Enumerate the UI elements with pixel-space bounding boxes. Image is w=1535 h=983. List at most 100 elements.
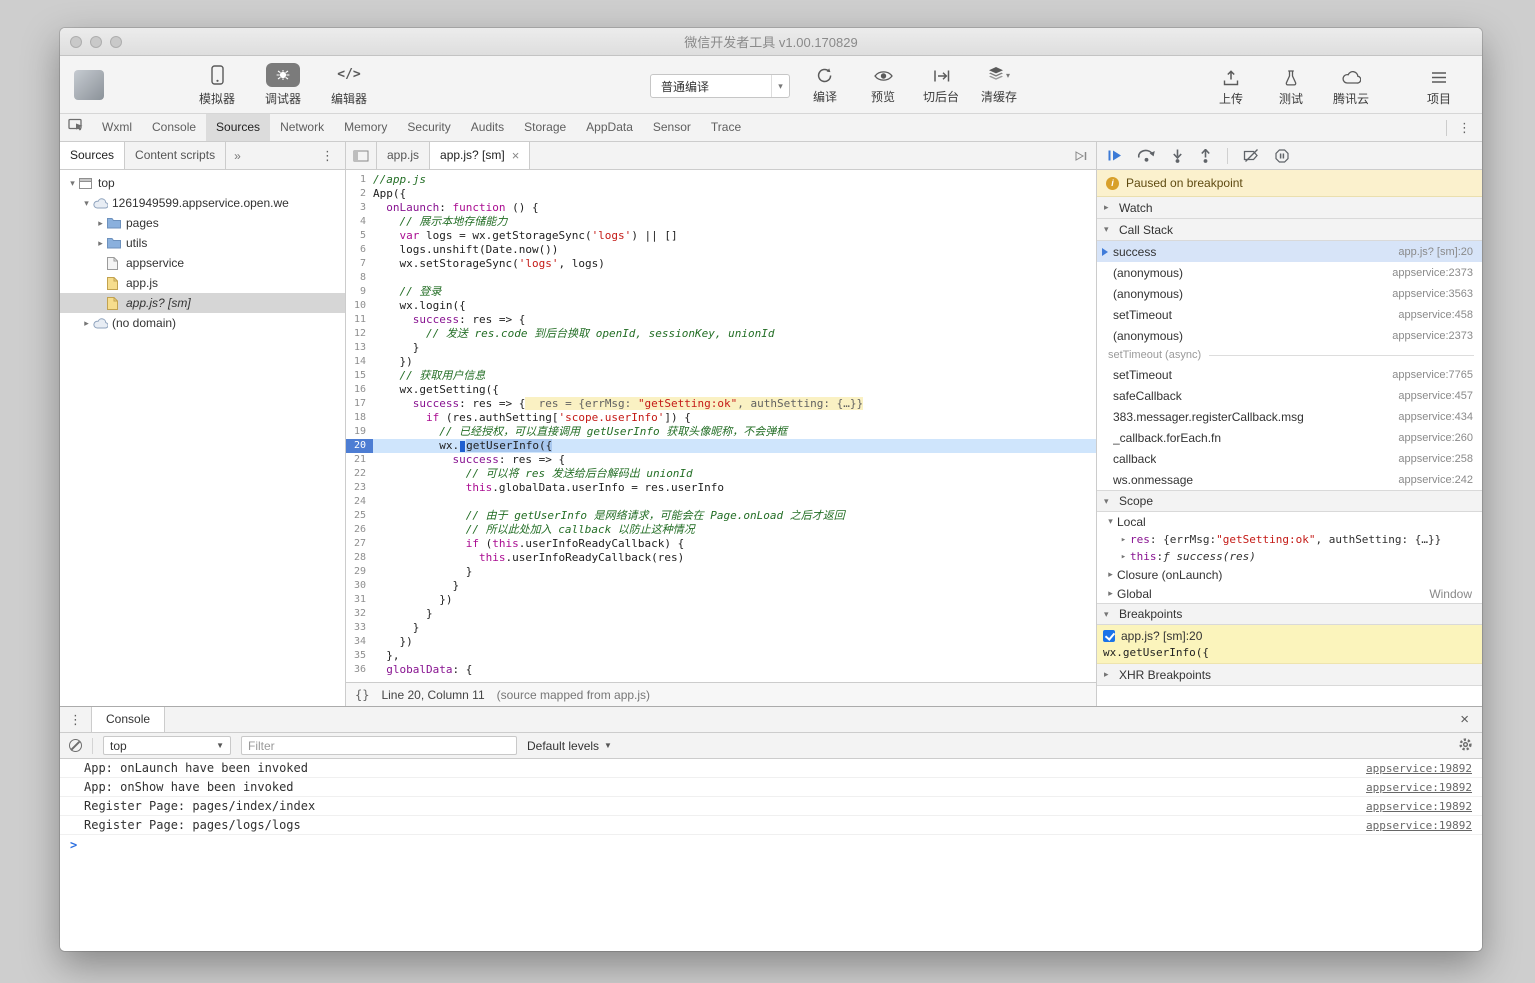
call-stack-frame[interactable]: (anonymous)appservice:3563 (1097, 283, 1482, 304)
devtools-tab-sensor[interactable]: Sensor (643, 114, 701, 141)
devtools-tab-security[interactable]: Security (397, 114, 460, 141)
line-number[interactable]: 6 (346, 243, 373, 257)
line-number[interactable]: 33 (346, 621, 373, 635)
filter-input[interactable] (241, 736, 517, 755)
line-number[interactable]: 1 (346, 173, 373, 187)
console-source-link[interactable]: appservice:19892 (1366, 800, 1472, 813)
code-editor[interactable]: 1//app.js2App({3 onLaunch: function () {… (346, 170, 1096, 682)
devtools-tab-wxml[interactable]: Wxml (92, 114, 142, 141)
line-number[interactable]: 36 (346, 663, 373, 677)
tree-item-1261949599-appservice-open-we[interactable]: ▾1261949599.appservice.open.we (60, 193, 345, 213)
tree-item-appservice[interactable]: appservice (60, 253, 345, 273)
tree-disclosure-icon[interactable]: ▸ (80, 318, 93, 329)
tab-content-scripts[interactable]: Content scripts (125, 142, 226, 169)
context-selector[interactable]: top ▼ (103, 736, 231, 755)
line-number[interactable]: 22 (346, 467, 373, 481)
section-call-stack[interactable]: ▾ Call Stack (1097, 219, 1482, 241)
devtools-tab-sources[interactable]: Sources (206, 114, 270, 141)
call-stack-frame[interactable]: _callback.forEach.fnappservice:260 (1097, 427, 1482, 448)
breakpoint-checkbox[interactable] (1103, 630, 1115, 642)
compile-button[interactable]: 编译 (802, 64, 848, 105)
line-number[interactable]: 20 (346, 439, 373, 453)
line-number[interactable]: 10 (346, 299, 373, 313)
section-breakpoints[interactable]: ▾ Breakpoints (1097, 603, 1482, 625)
line-number[interactable]: 21 (346, 453, 373, 467)
debugger-button[interactable]: 调试器 (258, 63, 308, 107)
line-number[interactable]: 23 (346, 481, 373, 495)
devtools-tab-console[interactable]: Console (142, 114, 206, 141)
line-number[interactable]: 25 (346, 509, 373, 523)
tree-disclosure-icon[interactable]: ▾ (80, 198, 93, 209)
line-number[interactable]: 35 (346, 649, 373, 663)
close-drawer-icon[interactable]: × (1447, 711, 1482, 728)
tree-item-app-js[interactable]: app.js (60, 273, 345, 293)
close-window-button[interactable] (70, 36, 82, 48)
upload-button[interactable]: 上传 (1208, 66, 1254, 107)
tree-disclosure-icon[interactable]: ▸ (94, 218, 107, 229)
scope-row[interactable]: ▾Local (1097, 512, 1482, 531)
simulator-button[interactable]: 模拟器 (192, 63, 242, 107)
line-number[interactable]: 3 (346, 201, 373, 215)
sidebar-menu-icon[interactable]: ⋮ (310, 148, 345, 164)
line-number[interactable]: 18 (346, 411, 373, 425)
section-scope[interactable]: ▾ Scope (1097, 490, 1482, 512)
log-levels-dropdown[interactable]: Default levels ▼ (527, 739, 612, 753)
step-over-button[interactable] (1137, 149, 1156, 162)
navigator-toggle-icon[interactable] (346, 142, 376, 169)
clear-cache-button[interactable]: ▾ 清缓存 (976, 64, 1022, 105)
tree-disclosure-icon[interactable]: ▾ (66, 178, 79, 189)
inspect-element-button[interactable] (60, 114, 92, 141)
line-number[interactable]: 30 (346, 579, 373, 593)
call-stack-frame[interactable]: 383.messager.registerCallback.msgappserv… (1097, 406, 1482, 427)
devtools-tab-memory[interactable]: Memory (334, 114, 397, 141)
avatar[interactable] (74, 70, 104, 100)
editor-tab-appjs[interactable]: app.js (376, 142, 430, 169)
tencent-cloud-button[interactable]: 腾讯云 (1328, 66, 1374, 107)
test-button[interactable]: 测试 (1268, 66, 1314, 107)
tab-sources[interactable]: Sources (60, 142, 125, 169)
scope-row[interactable]: ▸Closure (onLaunch) (1097, 565, 1482, 584)
call-stack-frame[interactable]: safeCallbackappservice:457 (1097, 385, 1482, 406)
pause-on-exceptions-button[interactable] (1275, 149, 1289, 163)
line-number[interactable]: 27 (346, 537, 373, 551)
step-into-button[interactable] (1171, 149, 1184, 163)
section-watch[interactable]: ▸ Watch (1097, 197, 1482, 219)
scope-row[interactable]: ▸GlobalWindow (1097, 584, 1482, 603)
compile-mode-dropdown[interactable]: 普通编译 ▾ (650, 74, 790, 98)
tree-item-app-js-sm-[interactable]: app.js? [sm] (60, 293, 345, 313)
line-number[interactable]: 2 (346, 187, 373, 201)
line-number[interactable]: 7 (346, 257, 373, 271)
drawer-menu-icon[interactable]: ⋮ (60, 712, 91, 728)
pretty-print-icon[interactable]: {} (355, 688, 369, 702)
line-number[interactable]: 13 (346, 341, 373, 355)
call-stack-frame[interactable]: setTimeoutappservice:7765 (1097, 364, 1482, 385)
editor-button[interactable]: </> 编辑器 (324, 63, 374, 107)
line-number[interactable]: 29 (346, 565, 373, 579)
more-options-icon[interactable]: ⋮ (1447, 120, 1482, 136)
minimize-window-button[interactable] (90, 36, 102, 48)
devtools-tab-audits[interactable]: Audits (461, 114, 514, 141)
devtools-tab-appdata[interactable]: AppData (576, 114, 643, 141)
close-tab-icon[interactable]: × (512, 142, 520, 169)
devtools-tab-network[interactable]: Network (270, 114, 334, 141)
line-number[interactable]: 8 (346, 271, 373, 285)
line-number[interactable]: 31 (346, 593, 373, 607)
line-number[interactable]: 16 (346, 383, 373, 397)
zoom-window-button[interactable] (110, 36, 122, 48)
call-stack-frame[interactable]: callbackappservice:258 (1097, 448, 1482, 469)
call-stack-frame[interactable]: (anonymous)appservice:2373 (1097, 262, 1482, 283)
tree-item-top[interactable]: ▾top (60, 173, 345, 193)
line-number[interactable]: 15 (346, 369, 373, 383)
line-number[interactable]: 24 (346, 495, 373, 509)
step-out-button[interactable] (1199, 149, 1212, 163)
tree-item-utils[interactable]: ▸utils (60, 233, 345, 253)
scope-row[interactable]: ▸res: {errMsg: "getSetting:ok", authSett… (1097, 531, 1482, 548)
line-number[interactable]: 14 (346, 355, 373, 369)
line-number[interactable]: 12 (346, 327, 373, 341)
devtools-tab-trace[interactable]: Trace (701, 114, 751, 141)
console-source-link[interactable]: appservice:19892 (1366, 781, 1472, 794)
deactivate-breakpoints-button[interactable] (1243, 149, 1260, 162)
line-number[interactable]: 34 (346, 635, 373, 649)
clear-console-icon[interactable] (69, 739, 82, 752)
tree-disclosure-icon[interactable]: ▸ (94, 238, 107, 249)
